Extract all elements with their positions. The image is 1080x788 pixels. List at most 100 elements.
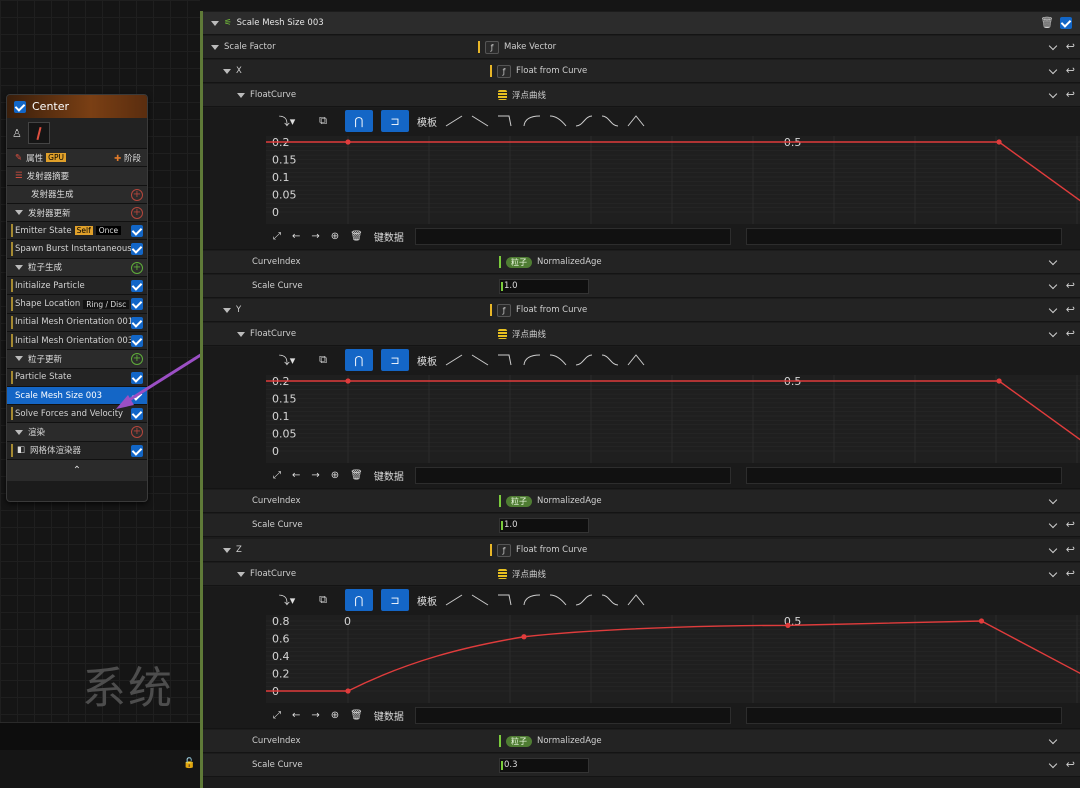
chevron-down-icon[interactable]: [1048, 495, 1058, 505]
key-time-field[interactable]: [414, 466, 731, 484]
smooth-down-icon[interactable]: [601, 593, 619, 607]
curve-key-point[interactable]: [996, 139, 1002, 145]
module-enabled-checkbox[interactable]: [1060, 17, 1072, 29]
chevron-down-icon[interactable]: [1048, 544, 1058, 554]
add-renderer-icon[interactable]: +: [131, 426, 143, 439]
forward-arrow-icon[interactable]: →: [311, 231, 319, 242]
reset-icon[interactable]: ↩: [1066, 88, 1075, 101]
select-tool-icon[interactable]: ⤵▾: [273, 589, 301, 611]
linear-up-icon[interactable]: [445, 593, 463, 607]
curve-graph-1[interactable]: 0.20.150.10.0500.5: [266, 375, 1080, 463]
smooth-down-icon[interactable]: [601, 353, 619, 367]
curve-editor[interactable]: ⤵▾ ⧉ ⋂ ⊐ 模板 0.2 0.15 0.1 0.05 0 0.5 ⤢ ← → ⊕ 🗑…: [203, 347, 1080, 489]
reset-icon[interactable]: ↩: [1066, 279, 1075, 292]
scale-curve-row[interactable]: Scale Curve 0.3 ↩: [203, 754, 1080, 777]
snap-value-icon[interactable]: ⊐: [381, 110, 409, 132]
frame-icon[interactable]: ⧉: [309, 349, 337, 371]
curve-key-point[interactable]: [521, 634, 527, 640]
axis-row-z[interactable]: Z ƒ Float from Curve ↩: [203, 539, 1080, 562]
fit-icon[interactable]: ⤢: [273, 470, 281, 481]
linear-up-icon[interactable]: [445, 114, 463, 128]
collapse-node-button[interactable]: ⌃: [7, 459, 147, 482]
ease-out-icon[interactable]: [549, 593, 567, 607]
curve-graph-0[interactable]: 0.20.150.10.0500.5: [266, 136, 1080, 224]
chevron-down-icon[interactable]: [1048, 280, 1058, 290]
frame-icon[interactable]: ⧉: [309, 110, 337, 132]
module-enabled-checkbox[interactable]: [131, 444, 143, 457]
module-header[interactable]: ⚟ Scale Mesh Size 003 🗑: [203, 12, 1080, 35]
scale-curve-row[interactable]: Scale Curve 1.0 ↩: [203, 514, 1080, 537]
chevron-down-icon[interactable]: [1048, 568, 1058, 578]
select-tool-icon[interactable]: ⤵▾: [273, 349, 301, 371]
scale-curve-input[interactable]: 1.0: [499, 278, 589, 294]
float-curve-row[interactable]: FloatCurve 浮点曲线 ↩: [203, 84, 1080, 107]
curve-key-point[interactable]: [996, 378, 1002, 384]
linear-down-icon[interactable]: [471, 593, 489, 607]
reset-icon[interactable]: ↩: [1066, 40, 1075, 53]
chevron-down-icon[interactable]: [1048, 65, 1058, 75]
reset-icon[interactable]: ↩: [1066, 543, 1075, 556]
key-value-field[interactable]: [745, 227, 1062, 245]
collapse-arrow-icon[interactable]: [211, 44, 219, 50]
collapse-arrow-icon[interactable]: [223, 68, 231, 74]
scale-curve-row[interactable]: Scale Curve 1.0 ↩: [203, 275, 1080, 298]
ease-in-icon[interactable]: [523, 593, 541, 607]
ease-out-icon[interactable]: [549, 353, 567, 367]
step-icon[interactable]: [497, 353, 515, 367]
curve-editor[interactable]: ⤵▾ ⧉ ⋂ ⊐ 模板 0.2 0.15 0.1 0.05 0 0.5 ⤢ ← → ⊕ 🗑…: [203, 108, 1080, 250]
curve-key-point[interactable]: [345, 139, 351, 145]
snap-time-icon[interactable]: ⋂: [345, 589, 373, 611]
reset-icon[interactable]: ↩: [1066, 567, 1075, 580]
delete-key-icon[interactable]: 🗑: [350, 470, 363, 481]
reset-icon[interactable]: ↩: [1066, 327, 1075, 340]
curve-key-point[interactable]: [345, 688, 351, 694]
collapse-arrow-icon[interactable]: [223, 547, 231, 553]
collapse-arrow-icon[interactable]: [237, 331, 245, 337]
collapse-arrow-icon[interactable]: [15, 429, 23, 435]
back-arrow-icon[interactable]: ←: [292, 710, 300, 721]
fit-icon[interactable]: ⤢: [273, 710, 281, 721]
delete-key-icon[interactable]: 🗑: [350, 710, 363, 721]
collapse-arrow-icon[interactable]: [237, 571, 245, 577]
snap-value-icon[interactable]: ⊐: [381, 349, 409, 371]
back-arrow-icon[interactable]: ←: [292, 470, 300, 481]
key-value-field[interactable]: [745, 706, 1062, 724]
chevron-down-icon[interactable]: [1048, 759, 1058, 769]
curve-index-row[interactable]: CurveIndex 粒子 NormalizedAge: [203, 490, 1080, 513]
delete-key-icon[interactable]: 🗑: [350, 231, 363, 242]
curve-key-point[interactable]: [978, 618, 985, 624]
lock-icon[interactable]: 🔓: [183, 758, 195, 770]
snap-time-icon[interactable]: ⋂: [345, 110, 373, 132]
ease-in-icon[interactable]: [523, 353, 541, 367]
bell-icon[interactable]: [627, 114, 645, 128]
scale-curve-input[interactable]: 0.3: [499, 757, 589, 773]
scale-curve-input[interactable]: 1.0: [499, 517, 589, 533]
linear-up-icon[interactable]: [445, 353, 463, 367]
chevron-down-icon[interactable]: [1048, 735, 1058, 745]
step-icon[interactable]: [497, 114, 515, 128]
bell-icon[interactable]: [627, 593, 645, 607]
snap-time-icon[interactable]: ⋂: [345, 349, 373, 371]
smooth-up-icon[interactable]: [575, 114, 593, 128]
collapse-arrow-icon[interactable]: [211, 20, 219, 26]
module-mesh-renderer[interactable]: ◧ 网格体渲染器: [7, 440, 147, 460]
float-curve-row[interactable]: FloatCurve 浮点曲线 ↩: [203, 563, 1080, 586]
select-tool-icon[interactable]: ⤵▾: [273, 110, 301, 132]
add-key-icon[interactable]: ⊕: [331, 710, 339, 721]
add-key-icon[interactable]: ⊕: [331, 470, 339, 481]
add-key-icon[interactable]: ⊕: [331, 231, 339, 242]
chevron-down-icon[interactable]: [1048, 89, 1058, 99]
float-curve-row[interactable]: FloatCurve 浮点曲线 ↩: [203, 323, 1080, 346]
back-arrow-icon[interactable]: ←: [292, 231, 300, 242]
key-time-field[interactable]: [414, 227, 731, 245]
fit-icon[interactable]: ⤢: [273, 231, 281, 242]
key-value-field[interactable]: [745, 466, 1062, 484]
scale-factor-row[interactable]: Scale Factor ƒ Make Vector ↩: [203, 36, 1080, 59]
chevron-down-icon[interactable]: [1048, 304, 1058, 314]
curve-index-row[interactable]: CurveIndex 粒子 NormalizedAge: [203, 251, 1080, 274]
key-time-field[interactable]: [414, 706, 731, 724]
axis-row-y[interactable]: Y ƒ Float from Curve ↩: [203, 299, 1080, 322]
reset-icon[interactable]: ↩: [1066, 303, 1075, 316]
smooth-down-icon[interactable]: [601, 114, 619, 128]
reset-icon[interactable]: ↩: [1066, 758, 1075, 771]
